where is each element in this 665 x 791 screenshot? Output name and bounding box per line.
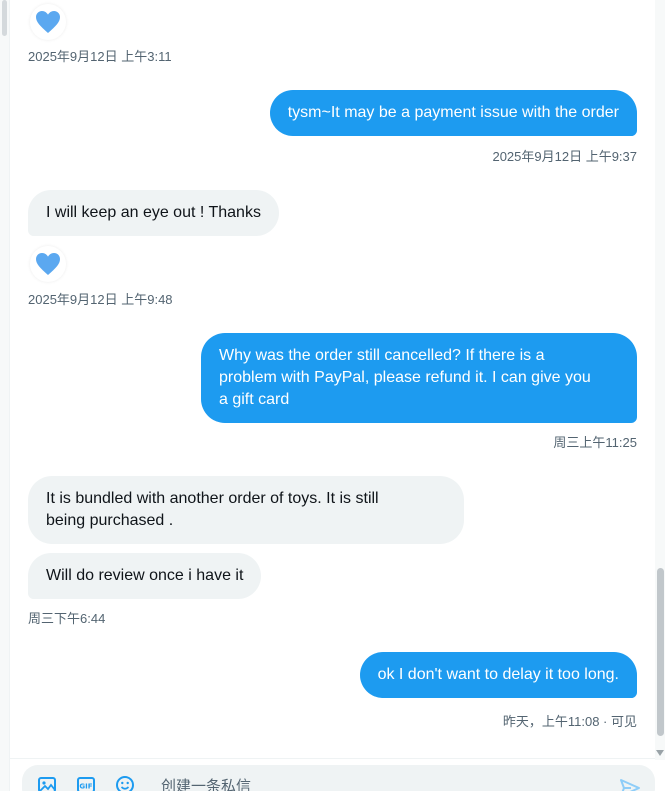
message-text: Will do review once i have it (46, 567, 244, 584)
message-composer: GIF 创建一条私信 (22, 765, 655, 791)
heart-icon (36, 11, 60, 33)
outgoing-message[interactable]: tysm~It may be a payment issue with the … (269, 90, 637, 136)
incoming-message[interactable]: Will do review once i have it (28, 553, 262, 599)
message-line: a gift card (219, 391, 290, 408)
svg-text:GIF: GIF (79, 783, 92, 791)
reaction-badge[interactable] (30, 246, 66, 282)
message-text: tysm~It may be a payment issue with the … (287, 104, 619, 121)
left-rail (0, 0, 10, 791)
message-line: being purchased . (46, 512, 174, 529)
message-timestamp: 2025年9月12日 上午3:11 (28, 49, 172, 64)
message-text: I will keep an eye out ! Thanks (46, 204, 261, 221)
message-input[interactable]: 创建一条私信 (161, 775, 251, 791)
message-thread: 2025年9月12日 上午3:11 tysm~It may be a payme… (10, 0, 655, 758)
left-rail-thumb[interactable] (2, 0, 7, 36)
gif-icon[interactable]: GIF (75, 774, 97, 791)
message-timestamp: 2025年9月12日 上午9:48 (28, 292, 173, 307)
message-timestamp: 周三上午11:25 (553, 435, 637, 450)
heart-icon (36, 253, 60, 275)
incoming-message[interactable]: I will keep an eye out ! Thanks (28, 190, 279, 236)
incoming-message[interactable]: It is bundled with another order of toys… (28, 476, 464, 544)
composer-divider (10, 758, 655, 759)
message-timestamp: 昨天，上午11:08 · 可见 (502, 714, 637, 729)
emoji-icon[interactable] (114, 774, 136, 791)
scrollbar-thumb[interactable] (657, 568, 664, 736)
message-line: problem with PayPal, please refund it. I… (219, 369, 591, 386)
image-icon[interactable] (36, 774, 58, 791)
send-icon[interactable] (619, 778, 641, 791)
outgoing-message[interactable]: ok I don't want to delay it too long. (359, 652, 637, 698)
reaction-badge[interactable] (30, 4, 66, 40)
scrollbar[interactable] (655, 0, 665, 760)
message-timestamp: 2025年9月12日 上午9:37 (492, 149, 637, 164)
outgoing-message[interactable]: Why was the order still cancelled? If th… (201, 333, 637, 423)
message-line: It is bundled with another order of toys… (46, 490, 379, 507)
message-line: Why was the order still cancelled? If th… (219, 347, 545, 364)
message-timestamp: 周三下午6:44 (28, 611, 106, 626)
message-text: ok I don't want to delay it too long. (377, 666, 619, 683)
scroll-down-arrow-icon[interactable] (656, 750, 664, 756)
